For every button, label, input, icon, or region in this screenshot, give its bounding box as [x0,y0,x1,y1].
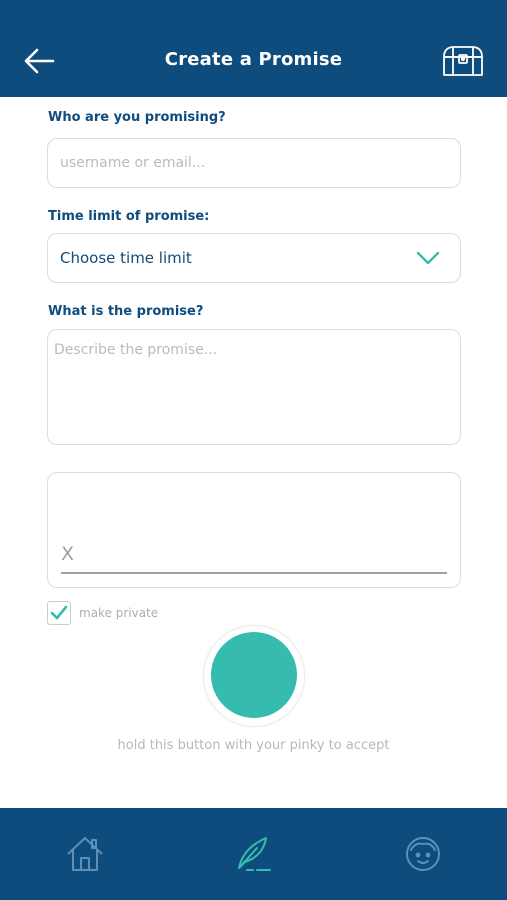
recipient-label: Who are you promising? [48,110,226,125]
bottom-tab-bar [0,808,507,900]
recipient-field[interactable] [47,138,461,188]
chevron-down-icon [416,251,440,265]
signature-x-mark: X [61,543,75,565]
accept-hint: hold this button with your pinky to acce… [117,738,390,753]
time-limit-select[interactable]: Choose time limit [47,233,461,283]
promise-field[interactable] [47,329,461,445]
make-private-label: make private [79,606,159,620]
treasure-chest-button[interactable] [440,44,486,78]
tab-profile[interactable] [403,834,443,874]
promise-textarea[interactable] [48,330,460,442]
checkmark-icon [50,605,68,620]
promise-label: What is the promise? [48,304,204,319]
signature-pad[interactable]: X [47,472,461,588]
treasure-chest-icon [443,46,483,76]
time-limit-value: Choose time limit [60,249,192,267]
page-title: Create a Promise [164,49,343,70]
tab-create-promise[interactable] [233,834,273,874]
profile-face-icon [406,837,440,871]
home-icon [67,837,103,871]
hold-to-accept-button[interactable] [211,632,297,718]
app-header: Create a Promise [0,0,507,97]
make-private-checkbox[interactable] [47,601,71,625]
time-limit-label: Time limit of promise: [48,209,210,224]
feather-pen-icon [238,837,271,871]
recipient-input[interactable] [48,139,460,186]
signature-line [61,572,447,574]
tab-home[interactable] [65,834,105,874]
